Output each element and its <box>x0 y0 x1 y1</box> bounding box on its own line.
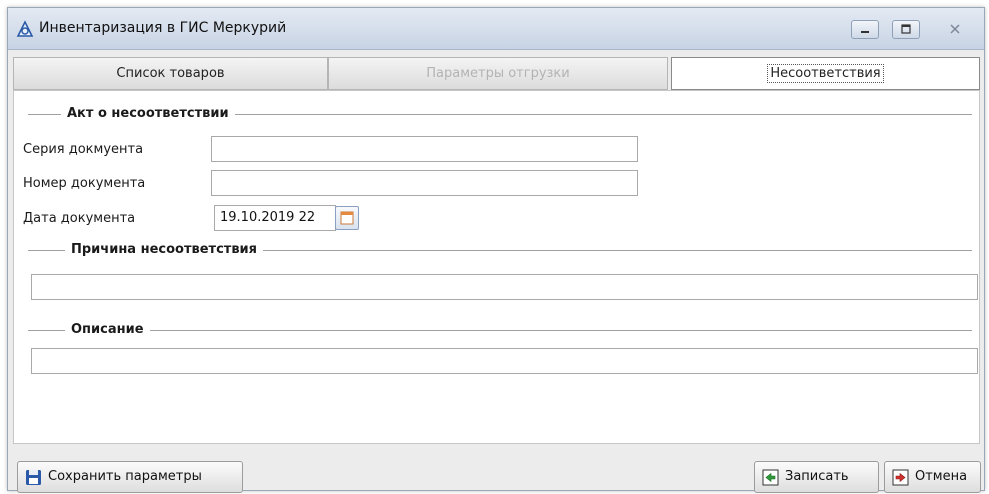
description-section-title: Описание <box>65 322 150 337</box>
act-section-title: Акт о несоответствии <box>61 106 235 121</box>
series-label: Серия докмуента <box>23 142 144 157</box>
tab-label: Несоответствия <box>767 64 884 83</box>
tab-label: Список товаров <box>116 66 225 81</box>
reason-input[interactable] <box>31 274 978 300</box>
window-title: Инвентаризация в ГИС Меркурий <box>39 20 287 36</box>
description-input[interactable] <box>31 348 978 374</box>
tab-discrepancies[interactable]: Несоответствия <box>671 57 980 90</box>
inventory-window: Инвентаризация в ГИС Меркурий Список тов… <box>7 7 985 493</box>
calendar-icon <box>340 211 354 225</box>
mercury-cloud-icon <box>16 20 34 37</box>
date-input[interactable]: 19.10.2019 22 <box>214 205 336 231</box>
reason-section-title: Причина несоответствия <box>65 242 264 257</box>
number-label: Номер документа <box>23 176 146 191</box>
save-params-label: Сохранить параметры <box>48 469 202 484</box>
cancel-label: Отмена <box>915 469 968 484</box>
tab-bar: Список товаров Параметры отгрузки Несоот… <box>13 57 980 90</box>
calendar-button[interactable] <box>335 206 359 230</box>
minimize-button[interactable] <box>851 20 879 39</box>
maximize-icon <box>901 24 911 34</box>
minimize-icon <box>861 31 869 33</box>
cancel-button[interactable]: Отмена <box>884 461 981 493</box>
discrepancies-page: Акт о несоответствии Серия докмуента Ном… <box>13 90 980 444</box>
number-input[interactable] <box>211 170 638 196</box>
write-button[interactable]: Записать <box>754 461 879 493</box>
title-bar[interactable]: Инвентаризация в ГИС Меркурий <box>8 8 984 50</box>
tab-label: Параметры отгрузки <box>426 66 570 81</box>
date-label: Дата документа <box>23 211 136 226</box>
close-button[interactable] <box>941 20 969 39</box>
write-arrow-icon <box>762 469 779 486</box>
save-params-button[interactable]: Сохранить параметры <box>17 461 243 493</box>
maximize-button[interactable] <box>892 20 920 39</box>
tab-shipment-params[interactable]: Параметры отгрузки <box>328 57 668 90</box>
write-label: Записать <box>785 469 849 484</box>
floppy-disk-icon <box>26 470 41 485</box>
cancel-arrow-icon <box>892 469 909 486</box>
series-input[interactable] <box>211 136 638 162</box>
tab-goods-list[interactable]: Список товаров <box>13 57 328 90</box>
close-icon <box>950 24 960 34</box>
section-divider <box>28 330 972 331</box>
